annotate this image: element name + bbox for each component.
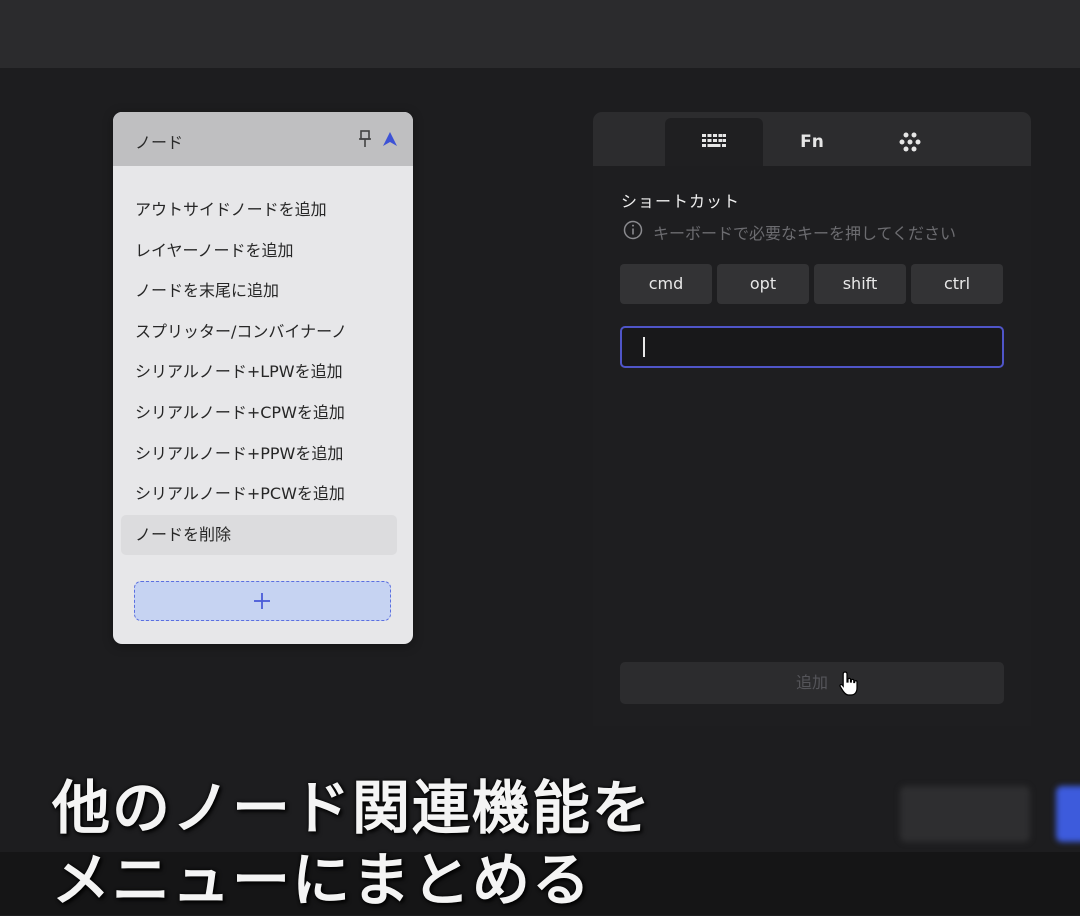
menu-item-serial-pcw[interactable]: シリアルノード+PCWを追加	[121, 474, 397, 515]
top-toolbar	[0, 0, 1080, 68]
blurred-primary-button[interactable]	[1056, 786, 1080, 842]
tab-fn[interactable]: Fn	[763, 118, 861, 166]
shortcut-title: ショートカット	[621, 192, 741, 211]
tab-keyboard[interactable]	[665, 118, 763, 166]
menu-item-add-outside-node[interactable]: アウトサイドノードを追加	[121, 190, 397, 231]
menu-item-splitter-combiner[interactable]: スプリッター/コンバイナーノ	[121, 312, 397, 353]
modifier-cmd-button[interactable]: cmd	[620, 264, 712, 304]
add-menu-item-button[interactable]	[134, 581, 391, 621]
menu-item-add-node-at-end[interactable]: ノードを末尾に追加	[121, 271, 397, 312]
info-icon	[623, 220, 643, 240]
pin-icon[interactable]	[358, 130, 372, 148]
hand-pointer-icon	[839, 671, 858, 696]
menu-item-serial-ppw[interactable]: シリアルノード+PPWを追加	[121, 434, 397, 475]
shortcut-key-input[interactable]	[620, 326, 1004, 368]
modifier-row: cmd opt shift ctrl	[620, 264, 1004, 304]
add-shortcut-button[interactable]: 追加	[620, 662, 1004, 704]
menu-item-delete-node[interactable]: ノードを削除	[121, 514, 397, 556]
tab-gesture[interactable]	[861, 118, 959, 166]
text-caret	[643, 337, 645, 357]
node-menu-header: ノード	[113, 112, 413, 166]
gesture-icon	[899, 132, 921, 152]
plus-icon	[254, 593, 270, 609]
keyboard-icon	[702, 134, 726, 147]
blurred-button[interactable]	[900, 786, 1030, 842]
menu-item-serial-cpw[interactable]: シリアルノード+CPWを追加	[121, 393, 397, 434]
shortcut-panel: ショートカット キーボードで必要なキーを押してください cmd opt shif…	[593, 166, 1031, 726]
shortcut-hint: キーボードで必要なキーを押してください	[653, 224, 957, 243]
node-menu-title: ノード	[135, 133, 184, 152]
modifier-opt-button[interactable]: opt	[717, 264, 809, 304]
menu-item-add-layer-node[interactable]: レイヤーノードを追加	[121, 231, 397, 272]
modifier-shift-button[interactable]: shift	[814, 264, 906, 304]
modifier-ctrl-button[interactable]: ctrl	[911, 264, 1003, 304]
menu-item-serial-lpw[interactable]: シリアルノード+LPWを追加	[121, 352, 397, 393]
collapse-arrow-icon[interactable]	[382, 131, 398, 147]
caption-line-1: 他のノード関連機能を	[52, 774, 653, 842]
node-menu-list: アウトサイドノードを追加 レイヤーノードを追加 ノードを末尾に追加 スプリッター…	[113, 190, 413, 556]
shortcut-tabbar: Fn	[593, 112, 1031, 166]
video-caption: 他のノード関連機能を メニューにまとめる	[52, 772, 652, 916]
node-menu-panel: ノード アウトサイドノードを追加 レイヤーノードを追加 ノードを末尾に追加 スプ…	[113, 112, 413, 644]
caption-line-2: メニューにまとめる	[52, 846, 593, 914]
